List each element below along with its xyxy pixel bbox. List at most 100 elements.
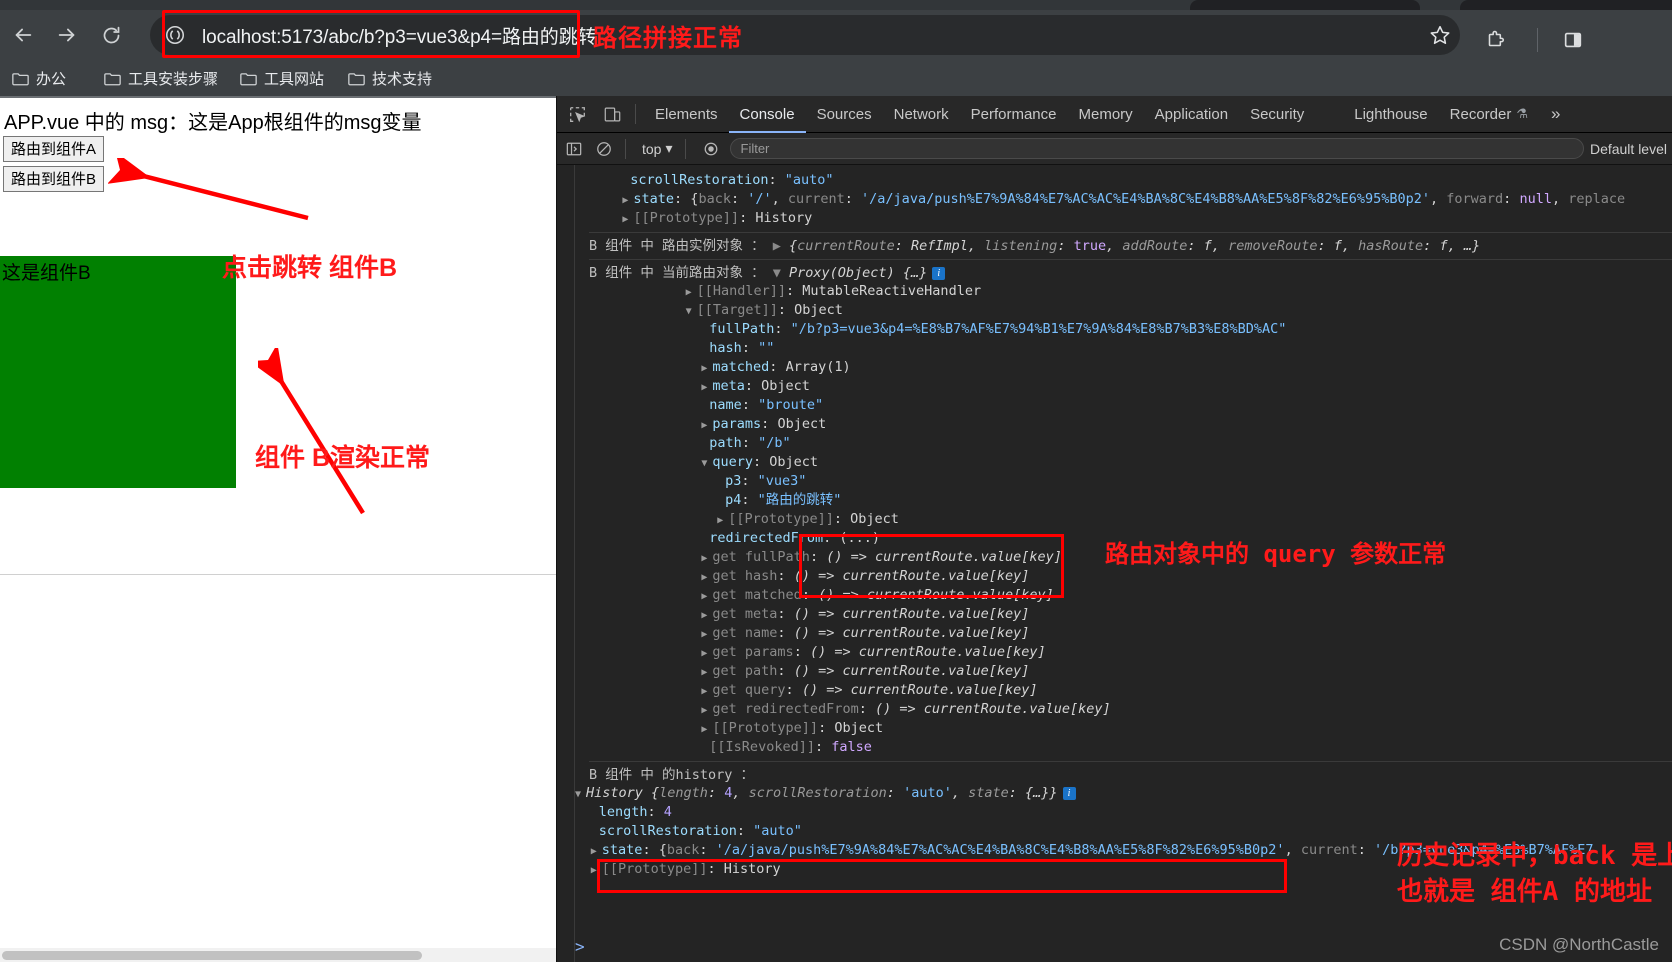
more-tabs-icon[interactable]: »	[1545, 104, 1566, 124]
console-filter-input[interactable]: Filter	[729, 138, 1584, 159]
console-line[interactable]: ▶ get fullPath: () => currentRoute.value[…	[575, 548, 1062, 567]
device-toolbar-icon[interactable]	[597, 99, 627, 129]
bookmark-item-1[interactable]: 工具安装步骤	[104, 64, 218, 92]
expand-triangle-open-icon[interactable]: ▼	[575, 785, 586, 804]
scrollbar-thumb[interactable]	[2, 951, 422, 960]
console-output[interactable]: scrollRestoration: "auto" ▶ state: {back: …	[557, 165, 1672, 962]
console-line[interactable]: ▶ [[Prototype]]: History	[575, 860, 781, 879]
console-line[interactable]: ▶ [[Prototype]]: Object	[575, 719, 883, 738]
console-line[interactable]: name: "broute"	[575, 396, 823, 415]
bookmark-item-3[interactable]: 技术支持	[348, 64, 432, 92]
console-line[interactable]: ▶ get matched: () => currentRoute.value[k…	[575, 586, 1053, 606]
expand-triangle-closed-icon[interactable]: ▶	[701, 416, 712, 435]
console-line[interactable]: ▶ params: Object	[575, 415, 826, 434]
console-line[interactable]: ▶ matched: Array(1)	[575, 358, 850, 378]
info-badge-icon[interactable]: i	[932, 267, 946, 280]
console-line[interactable]: length: 4	[575, 803, 672, 822]
console-line[interactable]: p3: "vue3"	[575, 472, 806, 491]
tab-recorder[interactable]: Recorder ⚗	[1439, 96, 1539, 133]
browser-menu-icon[interactable]	[1640, 25, 1670, 55]
site-info-icon[interactable]	[158, 18, 192, 52]
console-line[interactable]: fullPath: "/b?p3=vue3&p4=%E8%B7%AF%E7%94…	[575, 320, 1286, 339]
tab-application[interactable]: Application	[1144, 96, 1239, 133]
expand-triangle-closed-icon[interactable]: ▶	[717, 511, 728, 530]
console-prompt-caret[interactable]: >	[575, 937, 585, 956]
reload-icon[interactable]	[96, 20, 126, 50]
console-line[interactable]: ▶ get meta: () => currentRoute.value[key]	[575, 605, 1029, 624]
page-horizontal-scrollbar[interactable]	[0, 948, 556, 962]
live-expression-icon[interactable]	[698, 136, 724, 162]
expand-triangle-closed-icon[interactable]: ▶	[701, 549, 712, 568]
console-line[interactable]: B 组件 中 的history ：	[589, 761, 1672, 784]
back-arrow-icon[interactable]	[8, 20, 38, 50]
console-line[interactable]: scrollRestoration: "auto"	[575, 171, 833, 190]
console-line[interactable]: hash: ""	[575, 339, 774, 358]
expand-triangle-closed-icon[interactable]: ▶	[701, 701, 712, 720]
expand-triangle-closed-icon[interactable]: ▶	[701, 682, 712, 701]
console-line[interactable]: ▼ History {length: 4, scrollRestoration: …	[575, 784, 1076, 803]
info-badge-icon[interactable]: i	[1062, 787, 1076, 800]
console-line[interactable]: ▶ get query: () => currentRoute.value[key…	[575, 681, 1037, 701]
console-line[interactable]: [[IsRevoked]]: false	[575, 738, 872, 757]
tab-network[interactable]: Network	[883, 96, 960, 133]
extensions-puzzle-icon[interactable]	[1480, 25, 1510, 55]
console-line[interactable]: ▼ query: Object	[575, 453, 818, 472]
tab-security[interactable]: Security	[1239, 96, 1315, 133]
console-line[interactable]: ▶ [[Prototype]]: History	[575, 209, 812, 228]
console-line[interactable]: ▶ meta: Object	[575, 377, 810, 396]
expand-triangle-closed-icon[interactable]: ▶	[591, 842, 602, 861]
expand-triangle-closed-icon[interactable]: ▶	[701, 663, 712, 682]
console-line[interactable]: p4: "路由的跳转"	[575, 491, 841, 510]
browser-tab[interactable]	[1190, 0, 1420, 10]
inspect-element-icon[interactable]	[562, 99, 592, 129]
console-line[interactable]: ▶ state: {back: '/', current: '/a/java/pu…	[575, 190, 1625, 209]
forward-arrow-icon[interactable]	[52, 20, 82, 50]
expand-triangle-closed-icon[interactable]: ▶	[622, 210, 633, 229]
bookmark-item-0[interactable]: 办公	[12, 64, 66, 92]
expand-triangle-open-icon[interactable]: ▼	[686, 302, 697, 321]
expand-triangle-closed-icon[interactable]: ▶	[591, 861, 602, 880]
console-line[interactable]: redirectedFrom: (...)	[575, 529, 880, 548]
expand-triangle-closed-icon[interactable]: ▶	[686, 283, 697, 302]
bookmark-item-2[interactable]: 工具网站	[240, 64, 324, 92]
console-line[interactable]: scrollRestoration: "auto"	[575, 822, 802, 841]
console-line[interactable]: ▶ get name: () => currentRoute.value[key]	[575, 624, 1029, 643]
console-line[interactable]: ▶ get params: () => currentRoute.value[ke…	[575, 643, 1045, 663]
console-line[interactable]: ▶ [[Prototype]]: Object	[575, 510, 899, 529]
console-line[interactable]: B 组件 中 路由实例对象 ： ▶ {currentRoute: RefImpl…	[589, 232, 1672, 255]
side-panel-icon[interactable]	[1558, 25, 1588, 55]
tab-lighthouse[interactable]: Lighthouse	[1343, 96, 1438, 133]
console-sidebar-icon[interactable]	[561, 136, 587, 162]
console-line[interactable]: B 组件 中 当前路由对象 ： ▼ Proxy(Object) {…} i	[589, 259, 1672, 282]
clear-console-icon[interactable]	[591, 136, 617, 162]
expand-triangle-closed-icon[interactable]: ▶	[701, 587, 712, 606]
console-line[interactable]: ▼ [[Target]]: Object	[575, 301, 843, 320]
expand-triangle-closed-icon[interactable]: ▶	[701, 568, 712, 587]
tab-elements[interactable]: Elements	[644, 96, 729, 133]
console-line[interactable]: ▶ [[Handler]]: MutableReactiveHandler	[575, 282, 981, 301]
expand-triangle-closed-icon[interactable]: ▶	[701, 378, 712, 397]
expand-triangle-closed-icon[interactable]: ▶	[701, 625, 712, 644]
expand-triangle-closed-icon[interactable]: ▶	[701, 606, 712, 625]
address-bar-url[interactable]: localhost:5173/abc/b?p3=vue3&p4=路由的跳转	[192, 22, 1420, 49]
address-bar[interactable]: localhost:5173/abc/b?p3=vue3&p4=路由的跳转	[150, 15, 1460, 55]
expand-triangle-open-icon[interactable]: ▼	[701, 454, 712, 473]
expand-triangle-closed-icon[interactable]: ▶	[701, 720, 712, 739]
tab-memory[interactable]: Memory	[1068, 96, 1144, 133]
tab-console[interactable]: Console	[729, 96, 806, 133]
route-to-component-b-button[interactable]: 路由到组件B	[3, 166, 104, 192]
expand-triangle-closed-icon[interactable]: ▶	[701, 359, 712, 378]
expand-triangle-closed-icon[interactable]: ▶	[701, 644, 712, 663]
bookmark-star-icon[interactable]	[1420, 15, 1460, 55]
console-line[interactable]: ▶ get path: () => currentRoute.value[key]	[575, 662, 1029, 681]
log-level-selector[interactable]: Default level	[1590, 141, 1672, 157]
console-line[interactable]: ▶ get redirectedFrom: () => currentRoute.…	[575, 700, 1110, 720]
console-line[interactable]: path: "/b"	[575, 434, 790, 453]
tab-performance[interactable]: Performance	[960, 96, 1068, 133]
browser-tab[interactable]	[1460, 0, 1672, 10]
route-to-component-a-button[interactable]: 路由到组件A	[3, 136, 104, 162]
console-line[interactable]: ▶ get hash: () => currentRoute.value[key]	[575, 567, 1029, 586]
tab-sources[interactable]: Sources	[806, 96, 883, 133]
expand-triangle-closed-icon[interactable]: ▶	[622, 191, 633, 210]
execution-context-selector[interactable]: top ▾	[642, 140, 673, 157]
